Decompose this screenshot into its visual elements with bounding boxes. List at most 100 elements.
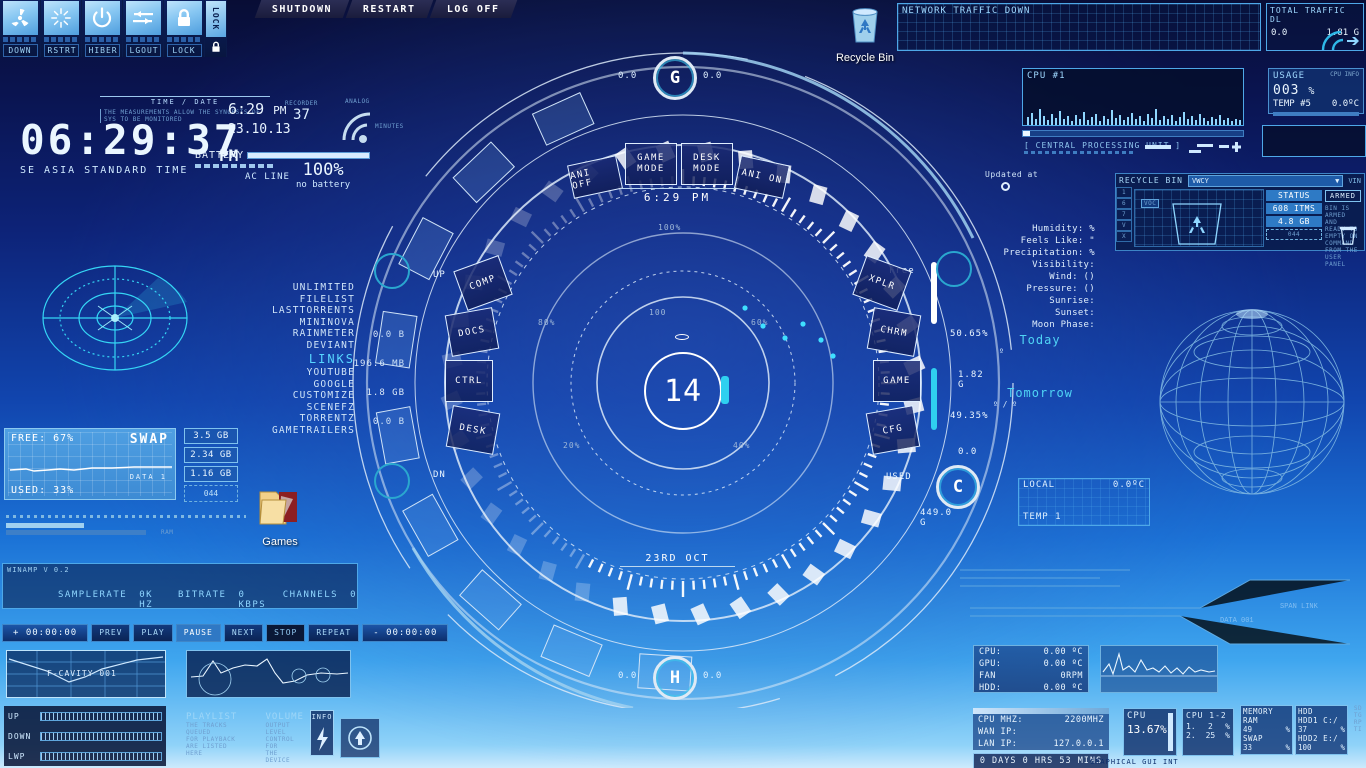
recycle-chart-tag: VOC [1141,199,1159,208]
sysinfo-row-wanip: WAN IP: [973,726,1109,738]
eq-row-down[interactable]: DOWN [4,726,166,746]
bar-decor [3,37,38,42]
volume-label[interactable]: VOLUME [265,712,306,722]
dock-label-game-mode: GAME MODE [626,153,676,175]
stop-button[interactable]: STOP [266,624,305,642]
pause-button[interactable]: PAUSE [176,624,221,642]
scroll-up-button[interactable] [340,718,380,758]
dial-time: 6:29 PM [620,188,735,204]
recycle-widget-header: RECYCLE BIN VWCY ▼ VIN [1116,174,1364,187]
dial-center-number: 14 [664,374,702,409]
recycle-row-7[interactable]: 7 [1116,209,1132,220]
power-button-hibernate[interactable]: HIBER [82,0,123,57]
dial-center-marker [675,334,689,340]
power-label-logout: LGOUT [126,44,161,57]
recycle-row-1[interactable]: 1 [1116,187,1132,198]
temp-value: 0.0ºC [1332,99,1359,109]
temp-bar [1273,112,1359,116]
side-tag-rp: RP [1350,719,1366,726]
dock-button-desk[interactable]: DESK [446,405,501,455]
power-label-shutdown: DOWN [3,44,38,57]
next-button[interactable]: NEXT [224,624,263,642]
power-button-lock-vertical[interactable]: LOCK [205,0,227,57]
dial-inner-100: 100 [649,308,666,317]
usage-unit: % [1308,86,1315,97]
dock-button-docs[interactable]: DOCS [445,307,500,357]
temp1-label: TEMP 1 [1023,512,1062,522]
cpu-core-2: 2. 25 % [1183,731,1233,740]
dock-button-game[interactable]: GAME [873,360,921,402]
trash-icon[interactable] [1337,224,1359,246]
eq-slider-up[interactable] [40,712,162,721]
power-label-hibernate: HIBER [85,44,120,57]
power-label-restart: RSTRT [44,44,79,57]
hdd2-unit: % [1340,743,1345,752]
dial-left-ring [374,253,410,289]
recycle-row-x[interactable]: X [1116,231,1132,242]
desktop-icon-games[interactable]: Games [244,486,316,548]
power-button-logout[interactable]: LGOUT [123,0,164,57]
weather-condition-icon [1001,182,1010,191]
dock-label-ani-off: ANI OFF [569,162,620,192]
cpu-slider-row[interactable] [1145,140,1245,159]
recycle-bin-widget: RECYCLE BIN VWCY ▼ VIN 1 6 7 V X VOC STA… [1115,173,1365,251]
recycle-row-6[interactable]: 6 [1116,198,1132,209]
playlist-volume-block: PLAYLIST THE TRACKS QUEUEDFOR PLAYBACKAR… [186,712,306,764]
hdd-label: HDD [1298,707,1345,716]
prev-button[interactable]: PREV [91,624,130,642]
eq-slider-down[interactable] [40,732,162,741]
recycle-items: 608 ITMS [1266,203,1322,214]
dial-h-circle[interactable]: H [653,656,697,700]
cpu-usage-bar[interactable] [1022,130,1244,137]
dock-button-desk-mode[interactable]: DESK MODE [681,143,733,185]
eq-slider-lwp[interactable] [40,752,162,761]
dock-button-game-mode[interactable]: GAME MODE [625,143,677,185]
temp-label: TEMP #5 [1273,99,1311,109]
eq-label-down: DOWN [4,732,40,741]
info-button[interactable]: INFO [310,710,334,756]
core2-index: 2. [1186,731,1196,740]
dial-g-circle[interactable]: G [653,56,697,100]
swap-values: 3.5 GB 2.34 GB 1.16 GB 044 [184,428,238,502]
ram-bar-strip: RAM [6,515,246,537]
play-button[interactable]: PLAY [133,624,172,642]
recycle-row-v[interactable]: V [1116,220,1132,231]
dial-c-circle[interactable]: C [936,465,980,509]
ram-value: 49 [1243,725,1252,734]
ram-dash [6,515,246,518]
hdd2-row: 100 % [1298,743,1345,752]
winamp-samplerate-value: 0K HZ [139,590,166,610]
battery-subticks [195,164,275,168]
power-icon [85,1,120,35]
dial-c-zero: 0.0 [958,447,977,457]
ram-unit: % [1285,725,1290,734]
bar-decor [85,37,120,42]
decor-hash-bar: DATA 001SPAN LINK [950,560,1350,654]
lanip-label: LAN IP: [978,739,1017,749]
temp-gpu-label: GPU: [979,659,1001,669]
temperature-panel: CPU: 0.00 ºC GPU: 0.00 ºC FAN 0RPM HDD: … [973,645,1089,693]
power-button-shutdown[interactable]: DOWN [0,0,41,57]
weather-sunrise: Sunrise: [985,295,1095,307]
winamp-bitrate-label: BITRATE [178,590,226,610]
eq-row-up[interactable]: UP [4,706,166,726]
folder-icon [257,486,303,530]
weather-feels-like: Feels Like: " [985,235,1095,247]
power-button-lock[interactable]: LOCK [164,0,205,57]
winamp-fields: SAMPLERATE 0K HZ BITRATE 0 KBPS CHANNELS… [3,576,357,610]
dock-button-ctrl[interactable]: CTRL [445,360,493,402]
bar-decor [167,37,202,42]
disk-used-bar [931,368,937,430]
weather-tomorrow-temp: º / º [985,400,1095,409]
power-button-restart[interactable]: RSTRT [41,0,82,57]
recycle-view-select[interactable]: VWCY ▼ [1188,175,1343,187]
playlist-label[interactable]: PLAYLIST [186,712,243,722]
recycle-chart: VOC [1134,189,1264,247]
system-info-panel: CPU MHZ: 2200MHZ WAN IP: LAN IP: 127.0.0… [973,708,1109,768]
eq-row-lwp[interactable]: LWP [4,746,166,766]
dock-button-chrm[interactable]: CHRM [867,307,922,357]
swap-graph-panel: FREE: 67% SWAP USED: 33% DATA 1 [4,428,176,500]
dock-button-cfg[interactable]: CFG [866,405,921,455]
sysinfo-row-lanip: LAN IP: 127.0.0.1 [973,738,1109,750]
side-tag-column: SD TG RP TI [1350,705,1366,755]
